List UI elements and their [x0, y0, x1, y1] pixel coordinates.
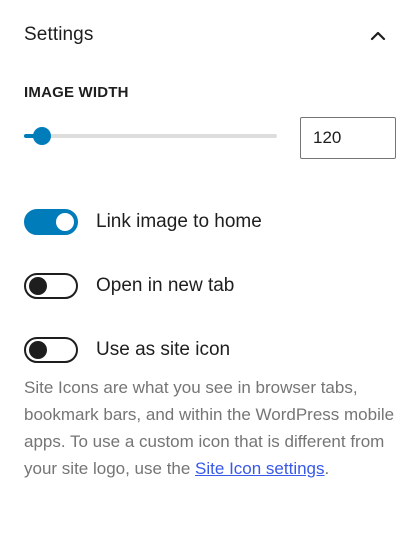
- open-in-new-tab-label: Open in new tab: [96, 275, 235, 296]
- settings-title: Settings: [24, 24, 94, 45]
- use-as-site-icon-row[interactable]: Use as site icon: [24, 336, 394, 364]
- help-text-suffix: .: [324, 459, 330, 478]
- link-image-to-home-row[interactable]: Link image to home: [24, 208, 394, 236]
- collapse-button[interactable]: [364, 22, 392, 50]
- settings-panel: Settings IMAGE WIDTH Link image to home …: [0, 0, 419, 540]
- toggle-knob: [29, 341, 47, 359]
- open-in-new-tab-toggle[interactable]: [24, 273, 78, 299]
- toggle-knob: [29, 277, 47, 295]
- settings-header[interactable]: Settings: [0, 0, 419, 72]
- slider-track: [24, 134, 277, 138]
- slider-thumb[interactable]: [32, 127, 51, 145]
- image-width-slider[interactable]: [24, 121, 277, 151]
- image-width-label: IMAGE WIDTH: [24, 84, 129, 101]
- use-as-site-icon-toggle[interactable]: [24, 337, 78, 363]
- link-image-to-home-label: Link image to home: [96, 211, 262, 232]
- site-icon-help-text: Site Icons are what you see in browser t…: [24, 374, 396, 482]
- link-image-to-home-toggle[interactable]: [24, 209, 78, 235]
- use-as-site-icon-label: Use as site icon: [96, 339, 231, 360]
- site-icon-settings-link[interactable]: Site Icon settings: [195, 459, 324, 478]
- open-in-new-tab-row[interactable]: Open in new tab: [24, 272, 394, 300]
- toggle-knob: [56, 213, 74, 231]
- chevron-up-icon: [370, 31, 386, 41]
- image-width-input[interactable]: [300, 117, 396, 159]
